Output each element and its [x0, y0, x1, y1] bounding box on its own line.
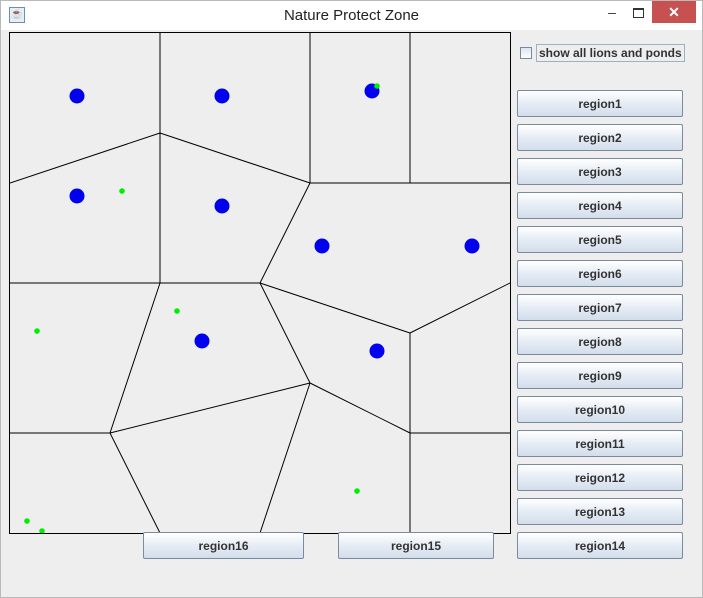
lion-marker — [464, 238, 480, 254]
region-boundaries — [10, 33, 510, 533]
lions-layer — [69, 83, 480, 359]
region7-button[interactable]: region7 — [517, 294, 683, 321]
boundary-line — [159, 132, 311, 184]
lion-marker — [69, 88, 85, 104]
region4-button[interactable]: region4 — [517, 192, 683, 219]
boundary-line — [409, 282, 510, 334]
boundary-line — [259, 182, 311, 284]
ponds-layer — [24, 83, 380, 533]
lion-marker — [69, 188, 85, 204]
lion-marker — [214, 198, 230, 214]
boundary-line — [309, 382, 411, 434]
region5-button[interactable]: region5 — [517, 226, 683, 253]
show-all-checkbox[interactable] — [520, 47, 532, 59]
lion-marker — [214, 88, 230, 104]
show-all-label[interactable]: show all lions and ponds — [536, 44, 685, 62]
pond-marker — [119, 188, 125, 194]
pond-marker — [39, 528, 45, 533]
region3-button[interactable]: region3 — [517, 158, 683, 185]
boundary-line — [259, 382, 311, 533]
close-button[interactable]: ✕ — [652, 1, 696, 23]
region8-button[interactable]: region8 — [517, 328, 683, 355]
zone-map-canvas — [10, 33, 510, 533]
lion-marker — [369, 343, 385, 359]
region12-button[interactable]: reigon12 — [517, 464, 683, 491]
lion-marker — [314, 238, 330, 254]
region1-button[interactable]: region1 — [517, 90, 683, 117]
boundary-line — [259, 282, 311, 384]
boundary-line — [109, 382, 311, 434]
app-window: ☕ Nature Protect Zone – ✕ show all lions… — [0, 0, 703, 598]
region6-button[interactable]: region6 — [517, 260, 683, 287]
maximize-button[interactable] — [623, 1, 653, 23]
boundary-line — [10, 132, 161, 184]
pond-marker — [354, 488, 360, 494]
region11-button[interactable]: region11 — [517, 430, 683, 457]
maximize-icon — [632, 8, 644, 19]
title-bar: ☕ Nature Protect Zone – ✕ — [1, 1, 702, 30]
pond-marker — [24, 518, 30, 524]
zone-map[interactable] — [9, 32, 511, 534]
pond-marker — [174, 308, 180, 314]
lion-marker — [194, 333, 210, 349]
region9-button[interactable]: region9 — [517, 362, 683, 389]
region15-button[interactable]: region15 — [338, 532, 494, 559]
boundary-line — [109, 282, 161, 434]
pond-marker — [374, 83, 380, 89]
pond-marker — [34, 328, 40, 334]
region10-button[interactable]: region10 — [517, 396, 683, 423]
boundary-line — [259, 282, 411, 334]
show-all-toggle[interactable]: show all lions and ponds — [520, 43, 685, 63]
region14-button[interactable]: region14 — [517, 532, 683, 559]
region16-button[interactable]: region16 — [143, 532, 304, 559]
region2-button[interactable]: region2 — [517, 124, 683, 151]
boundary-line — [109, 432, 161, 533]
region13-button[interactable]: region13 — [517, 498, 683, 525]
